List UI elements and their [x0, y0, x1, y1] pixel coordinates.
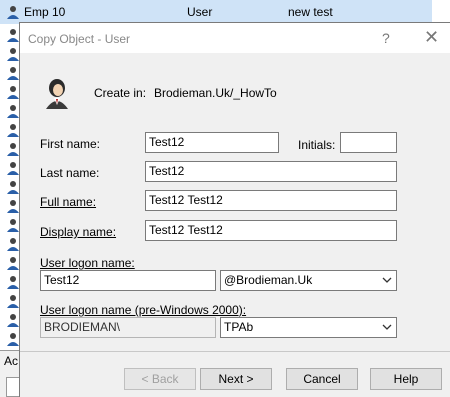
list-row-selected[interactable]: Emp 10 User new test: [0, 0, 432, 24]
cancel-button[interactable]: Cancel: [286, 368, 358, 390]
user-icon: [6, 199, 20, 213]
domain-suffix-value: @Brodieman.Uk: [224, 273, 313, 287]
display-name-label: Display name:: [40, 225, 117, 239]
user-icon: [6, 5, 20, 19]
user-icon: [6, 332, 20, 346]
domain-suffix-dropdown[interactable]: @Brodieman.Uk: [220, 270, 397, 291]
create-in-label: Create in:: [94, 86, 147, 100]
user-icon: [6, 294, 20, 308]
dialog-titlebar: Copy Object - User ? ✕: [20, 23, 450, 53]
user-icon: [6, 275, 20, 289]
create-in-value: Brodieman.Uk/_HowTo: [154, 86, 277, 100]
help-button[interactable]: Help: [370, 368, 442, 390]
list-edge: [432, 0, 450, 24]
button-separator: [20, 351, 450, 352]
user-icon: [6, 66, 20, 80]
initials-field[interactable]: [340, 132, 397, 153]
user-icon: [6, 47, 20, 61]
chevron-down-icon: [382, 274, 392, 284]
user-icon: [6, 237, 20, 251]
user-icon: [6, 123, 20, 137]
pre2000-name-field[interactable]: TPAb: [220, 317, 397, 338]
close-icon[interactable]: ✕: [424, 27, 439, 48]
pre2000-name-value: TPAb: [224, 320, 254, 334]
background-status-area: Ac: [0, 350, 22, 397]
chevron-down-icon: [382, 321, 392, 331]
background-label: Ac: [4, 354, 19, 368]
pre2000-domain-field: BRODIEMAN\: [40, 317, 216, 338]
display-name-field[interactable]: Test12 Test12: [145, 220, 397, 241]
last-name-field[interactable]: Test12: [145, 161, 397, 182]
row-description: new test: [288, 5, 333, 19]
user-icon: [6, 218, 20, 232]
user-avatar-icon: [42, 77, 72, 109]
first-name-field[interactable]: Test12: [145, 132, 279, 153]
logon-name-label: User logon name:: [40, 256, 135, 270]
full-name-label: Full name:: [40, 195, 97, 209]
user-icon: [6, 256, 20, 270]
initials-label: Initials:: [298, 138, 336, 152]
first-name-label: First name:: [40, 137, 101, 151]
dialog-title: Copy Object - User: [28, 32, 131, 46]
user-icon: [6, 28, 20, 42]
help-icon[interactable]: ?: [382, 30, 390, 46]
user-icon: [6, 180, 20, 194]
full-name-field[interactable]: Test12 Test12: [145, 190, 397, 211]
copy-object-user-dialog: Copy Object - User ? ✕ Create in: Brodie…: [19, 22, 450, 397]
user-icon: [6, 85, 20, 99]
logon-name-field[interactable]: Test12: [40, 270, 216, 291]
back-button[interactable]: < Back: [124, 368, 196, 390]
pre2000-label: User logon name (pre-Windows 2000):: [40, 303, 247, 317]
user-icon: [6, 104, 20, 118]
row-type: User: [187, 5, 213, 19]
next-button[interactable]: Next >: [200, 368, 272, 390]
user-icon: [6, 313, 20, 327]
user-icon: [6, 161, 20, 175]
last-name-label: Last name:: [40, 166, 100, 180]
row-name: Emp 10: [24, 5, 66, 19]
user-icon: [6, 142, 20, 156]
